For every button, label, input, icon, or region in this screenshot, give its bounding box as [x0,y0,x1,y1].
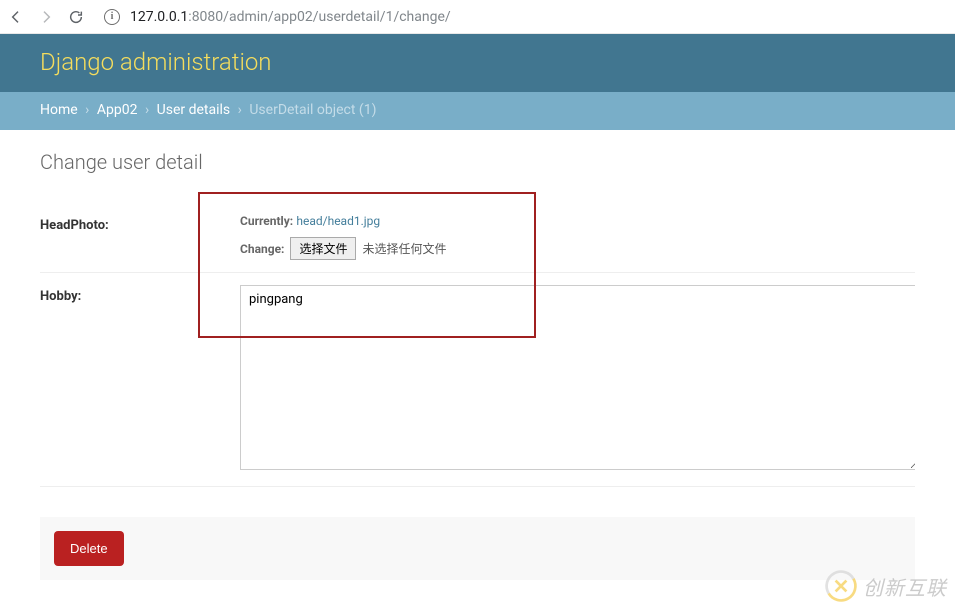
delete-button[interactable]: Delete [54,531,124,566]
choose-file-button[interactable]: 选择文件 [290,237,356,260]
site-info-icon: i [104,9,120,25]
breadcrumb-current: UserDetail object (1) [249,102,376,118]
page-title: Change user detail [40,150,915,174]
current-file-link[interactable]: head/head1.jpg [296,214,380,228]
submit-row: Delete [40,517,915,580]
field-row-headphoto: HeadPhoto: Currently: head/head1.jpg Cha… [40,202,915,273]
browser-reload-button[interactable] [68,9,84,25]
breadcrumb: Home › App02 › User details › UserDetail… [0,92,955,130]
browser-forward-button[interactable] [38,9,54,25]
field-label-hobby: Hobby: [40,285,225,304]
url-text: 127.0.0.1:8080/admin/app02/userdetail/1/… [130,9,451,25]
field-label-headphoto: HeadPhoto: [40,214,225,233]
browser-url-bar[interactable]: i 127.0.0.1:8080/admin/app02/userdetail/… [104,9,451,25]
content: Change user detail HeadPhoto: Currently:… [0,130,955,610]
change-label: Change: [240,242,284,256]
hobby-textarea[interactable] [240,285,915,470]
breadcrumb-sep: › [234,102,246,118]
currently-label: Currently: [240,214,293,228]
breadcrumb-sep: › [81,102,93,118]
admin-header: Django administration [0,34,955,92]
site-branding[interactable]: Django administration [40,48,915,76]
browser-toolbar: i 127.0.0.1:8080/admin/app02/userdetail/… [0,0,955,34]
breadcrumb-sep: › [141,102,153,118]
field-row-hobby: Hobby: [40,273,915,487]
browser-back-button[interactable] [8,9,24,25]
file-chosen-status: 未选择任何文件 [362,240,446,257]
breadcrumb-model[interactable]: User details [157,102,231,118]
breadcrumb-app[interactable]: App02 [97,102,138,118]
breadcrumb-home[interactable]: Home [40,102,78,118]
